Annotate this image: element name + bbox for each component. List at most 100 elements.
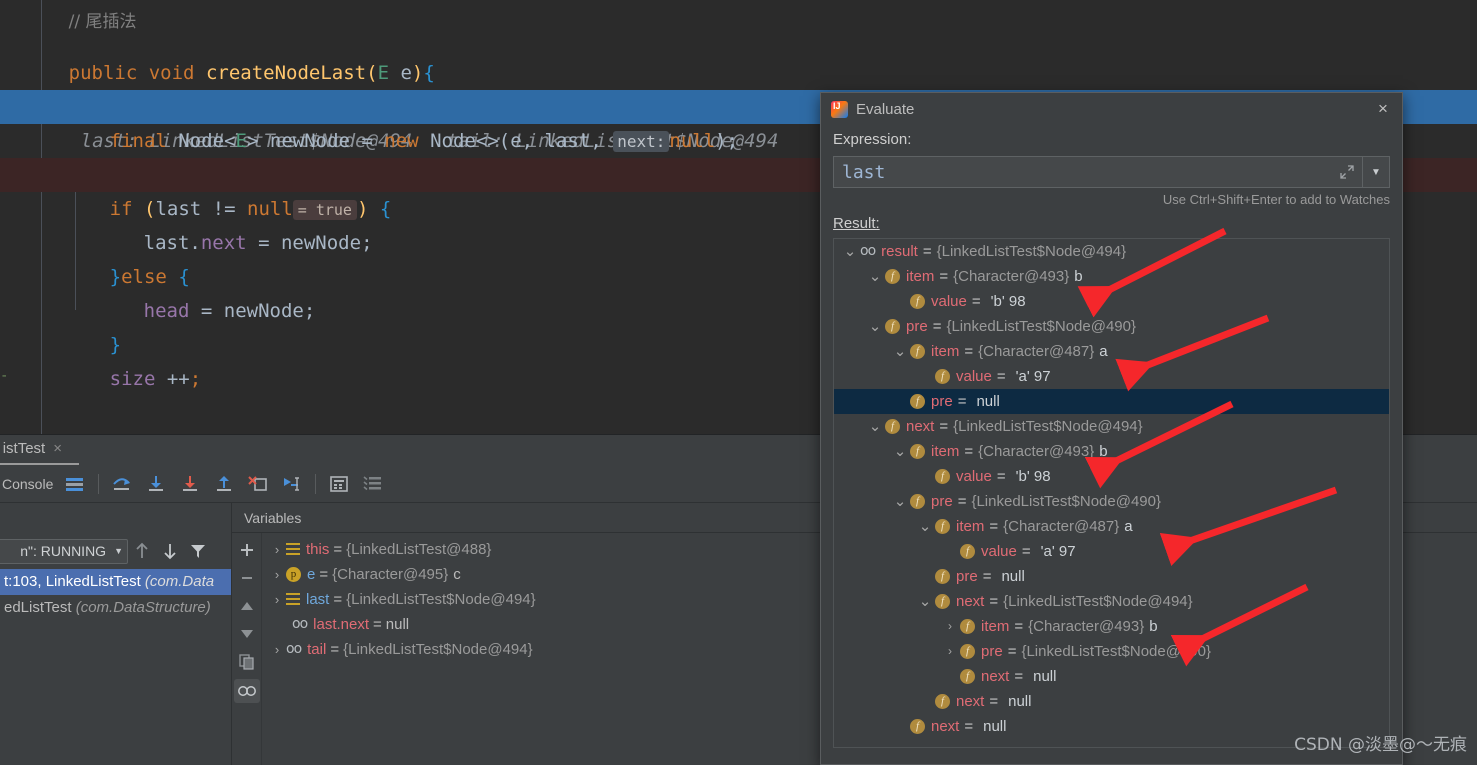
watches-hint: Use Ctrl+Shift+Enter to add to Watches [1162,192,1390,207]
chevron-down-icon[interactable]: ⌄ [890,344,910,359]
result-tree-row[interactable]: ⌄ f pre = {LinkedListTest$Node@490} [834,314,1389,339]
thread-selector[interactable]: n": RUNNING ▼ [0,538,128,564]
move-down-icon[interactable] [235,623,259,645]
copy-icon[interactable] [235,651,259,673]
chevron-down-icon[interactable]: ⌄ [915,594,935,609]
result-tree-row[interactable]: ⌄ f next = {LinkedListTest$Node@494} [834,414,1389,439]
result-variable-value: 'b' 98 [990,293,1026,310]
evaluate-dialog[interactable]: Evaluate × Expression: last ▼ Use Ctrl+S… [820,92,1403,765]
drop-frame-icon[interactable] [241,469,275,499]
equals-sign: = [939,418,949,435]
step-over-icon[interactable] [105,469,139,499]
step-out-icon[interactable] [207,469,241,499]
result-variable-name: value [931,293,967,310]
chevron-right-icon[interactable]: › [268,562,286,587]
chevron-down-icon[interactable]: ⌄ [915,519,935,534]
frame-down-icon[interactable] [156,537,184,565]
equals-sign: = [996,468,1006,485]
result-variable-type: {Character@493} [978,443,1095,460]
remove-watch-icon[interactable] [235,567,259,589]
inline-watch-icon[interactable] [233,679,260,703]
editor-line-comment[interactable]: // 尾插法 [0,0,1477,31]
editor-line-last-assign[interactable]: final Node<E> last = tail; last: LinkedL… [0,56,1477,152]
frame-row[interactable]: edListTest (com.DataStructure) [0,595,231,621]
editor-line-method-signature[interactable]: public void createNodeLast(E e){ e: c [0,22,1477,118]
chevron-right-icon[interactable]: › [268,587,286,612]
result-tree-row[interactable]: ⌄ f item = {Character@493} b [834,264,1389,289]
evaluate-expression-icon[interactable] [322,469,356,499]
add-watch-icon[interactable] [235,539,259,561]
chevron-right-icon[interactable]: › [940,614,960,639]
result-variable-name: item [931,443,960,460]
result-tree-row[interactable]: f next = null [834,689,1389,714]
f-badge-icon: f [910,344,925,359]
result-label-text: Result: [833,215,880,232]
equals-sign: = [922,243,932,260]
frames-list[interactable]: t:103, LinkedListTest (com.Data edListTe… [0,569,231,621]
equals-sign: = [319,566,329,583]
dialog-titlebar[interactable]: Evaluate × [821,93,1402,125]
result-tree-row[interactable]: f pre = null [834,564,1389,589]
expression-value: last [842,161,886,183]
result-tree-row[interactable]: f value = 'b' 98 [834,289,1389,314]
equals-sign: = [957,493,967,510]
variable-type: {LinkedListTest$Node@494} [346,591,536,608]
move-up-icon[interactable] [235,595,259,617]
expression-history-dropdown[interactable]: ▼ [1362,156,1390,188]
f-badge-icon: f [910,294,925,309]
close-icon[interactable]: × [1372,98,1394,120]
result-tree-row[interactable]: f pre = null [834,389,1389,414]
equals-sign: = [1007,643,1017,660]
frame-up-icon[interactable] [128,537,156,565]
f-badge-icon: f [960,644,975,659]
mute-breakpoints-icon[interactable] [356,469,390,499]
result-variable-name: pre [956,568,978,585]
chevron-down-icon: ▼ [114,546,123,556]
result-tree-row[interactable]: ⌄ f item = {Character@487} a [834,339,1389,364]
result-tree-row[interactable]: › f item = {Character@493} b [834,614,1389,639]
step-into-icon[interactable] [139,469,173,499]
result-tree-row[interactable]: ⌄ f next = {LinkedListTest$Node@494} [834,589,1389,614]
result-tree-row[interactable]: ⌄ f pre = {LinkedListTest$Node@490} [834,489,1389,514]
equals-sign: = [989,693,999,710]
result-tree-row[interactable]: f value = 'a' 97 [834,539,1389,564]
result-tree-row[interactable]: ⌄ f item = {Character@487} a [834,514,1389,539]
chevron-right-icon[interactable]: › [268,637,286,662]
frame-row[interactable]: t:103, LinkedListTest (com.Data [0,569,231,595]
chevron-right-icon[interactable]: › [268,537,286,562]
equals-sign: = [982,568,992,585]
chevron-down-icon[interactable]: ⌄ [865,319,885,334]
result-variable-name: item [906,268,935,285]
console-tab-label[interactable]: Console [0,476,58,492]
variable-name: e [307,566,316,583]
chevron-down-icon[interactable]: ⌄ [865,419,885,434]
result-variable-type: {LinkedListTest$Node@494} [936,243,1127,260]
run-to-cursor-icon[interactable] [275,469,309,499]
result-tree-row[interactable]: f value = 'b' 98 [834,464,1389,489]
result-tree-row[interactable]: › f pre = {LinkedListTest$Node@490} [834,639,1389,664]
result-variable-name: pre [931,493,953,510]
chevron-down-icon[interactable]: ⌄ [890,444,910,459]
result-tree-row[interactable]: ⌄ f item = {Character@493} b [834,439,1389,464]
filter-icon[interactable] [184,537,212,565]
code-folding-marker: - [0,368,9,384]
result-tree[interactable]: ⌄ oo result = {LinkedListTest$Node@494} ⌄ f ite… [833,238,1390,748]
chevron-right-icon[interactable]: › [940,639,960,664]
expand-editor-icon[interactable] [1340,165,1354,182]
layout-settings-icon[interactable] [58,469,92,499]
result-variable-value: null [1001,568,1025,585]
chevron-down-icon[interactable]: ⌄ [840,244,860,259]
result-tree-row[interactable]: ⌄ oo result = {LinkedListTest$Node@494} [834,239,1389,264]
close-icon[interactable]: × [53,440,62,457]
f-badge-icon: f [960,619,975,634]
expression-input[interactable]: last [833,156,1362,188]
result-variable-name: next [956,593,985,610]
p-badge-icon: p [286,567,301,582]
force-step-into-icon[interactable] [173,469,207,499]
chevron-down-icon[interactable]: ⌄ [865,269,885,284]
debugger-tab[interactable]: istTest × [0,435,70,465]
chevron-down-icon[interactable]: ⌄ [890,494,910,509]
result-tree-row[interactable]: f next = null [834,664,1389,689]
frame-row-package: (com.Data [144,573,215,590]
result-tree-row[interactable]: f value = 'a' 97 [834,364,1389,389]
